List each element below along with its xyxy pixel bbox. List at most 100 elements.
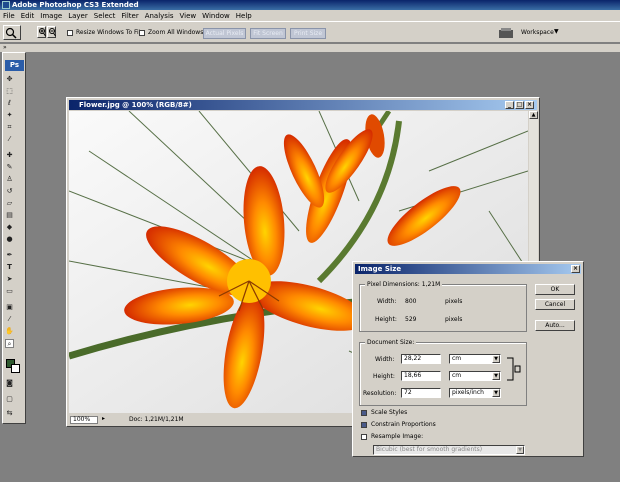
resample-method-select[interactable]: Bicubic (best for smooth gradients) ▼ — [373, 445, 525, 455]
dialog-close-button[interactable]: × — [571, 265, 580, 273]
zoom-level-field[interactable]: 100% — [70, 416, 98, 424]
pixel-height-unit: pixels — [445, 316, 463, 323]
fit-screen-button[interactable]: Fit Screen — [250, 28, 286, 39]
document-title-bar[interactable]: Flower.jpg @ 100% (RGB/8#) _ □ × — [69, 100, 537, 110]
scale-styles-checkbox[interactable] — [361, 410, 367, 416]
chevron-down-icon: ▼ — [554, 28, 559, 35]
eraser-tool-icon[interactable]: ▱ — [5, 199, 14, 208]
maximize-button[interactable]: □ — [515, 101, 524, 109]
resize-windows-checkbox[interactable] — [67, 30, 73, 36]
menu-analysis[interactable]: Analysis — [145, 12, 174, 20]
dodge-tool-icon[interactable]: ● — [5, 235, 14, 244]
gradient-tool-icon[interactable]: ▤ — [5, 211, 14, 220]
minimize-button[interactable]: _ — [505, 101, 514, 109]
ok-button[interactable]: OK — [535, 284, 575, 295]
blur-tool-icon[interactable]: ◆ — [5, 223, 14, 232]
resize-windows-label: Resize Windows To Fit — [76, 29, 142, 36]
print-size-button[interactable]: Print Size — [290, 28, 326, 39]
chevron-down-icon: ▼ — [492, 355, 500, 363]
clone-stamp-tool-icon[interactable]: ♙ — [5, 175, 14, 184]
pen-tool-icon[interactable]: ✒ — [5, 251, 14, 260]
notes-tool-icon[interactable]: ▣ — [5, 303, 14, 312]
background-color-swatch[interactable] — [11, 364, 20, 373]
menu-image[interactable]: Image — [40, 12, 62, 20]
collapse-arrows-icon[interactable]: » — [3, 44, 7, 51]
close-button[interactable]: × — [525, 101, 534, 109]
crop-tool-icon[interactable]: ⌗ — [5, 123, 14, 132]
chevron-down-icon: ▼ — [492, 372, 500, 380]
eyedropper-tool-icon[interactable]: ⁄ — [5, 135, 14, 144]
dialog-title-bar[interactable]: Image Size × — [355, 264, 581, 274]
doc-height-unit-value: cm — [452, 372, 462, 379]
quick-mask-icon[interactable]: ◙ — [5, 379, 14, 388]
pixel-dimensions-group — [359, 284, 527, 332]
doc-height-input[interactable]: 18,66 — [401, 371, 441, 381]
zoom-in-icon — [39, 28, 46, 37]
magic-wand-tool-icon[interactable]: ✦ — [5, 111, 14, 120]
eyedropper-sample-tool-icon[interactable]: ⁄ — [5, 315, 14, 324]
menu-edit[interactable]: Edit — [21, 12, 35, 20]
resample-image-checkbox[interactable] — [361, 434, 367, 440]
zoom-tool-icon[interactable]: ⌕ — [5, 339, 14, 348]
jump-to-imageready-icon[interactable]: ⇆ — [5, 409, 14, 418]
zoom-in-button[interactable] — [37, 26, 46, 38]
status-menu-arrow-icon[interactable]: ▸ — [102, 415, 105, 422]
menu-bar: File Edit Image Layer Select Filter Anal… — [0, 10, 620, 21]
doc-width-label: Width: — [375, 356, 395, 363]
auto-button[interactable]: Auto... — [535, 320, 575, 331]
document-title: Flower.jpg @ 100% (RGB/8#) — [79, 101, 192, 109]
zoom-all-windows-label: Zoom All Windows — [148, 29, 204, 36]
menu-view[interactable]: View — [180, 12, 197, 20]
path-selection-tool-icon[interactable]: ➤ — [5, 275, 14, 284]
doc-width-unit-select[interactable]: cm ▼ — [449, 354, 501, 364]
hand-tool-icon[interactable]: ✋ — [5, 327, 14, 336]
screen-mode-icon[interactable]: ▢ — [5, 395, 14, 404]
healing-brush-tool-icon[interactable]: ✚ — [5, 151, 14, 160]
pixel-width-label: Width: — [377, 298, 397, 305]
doc-size-info: Doc: 1,21M/1,21M — [129, 416, 184, 423]
menu-help[interactable]: Help — [236, 12, 252, 20]
constrain-proportions-checkbox[interactable] — [361, 422, 367, 428]
history-brush-tool-icon[interactable]: ↺ — [5, 187, 14, 196]
workspace-menu[interactable]: Workspace — [521, 29, 554, 36]
dialog-title: Image Size — [358, 265, 402, 273]
chevron-down-icon: ▼ — [516, 446, 524, 454]
marquee-tool-icon[interactable]: ⬚ — [5, 87, 14, 96]
doc-height-unit-select[interactable]: cm ▼ — [449, 371, 501, 381]
menu-file[interactable]: File — [3, 12, 15, 20]
resolution-label: Resolution: — [363, 390, 397, 397]
photoshop-app-icon — [2, 1, 10, 9]
zoom-all-windows-checkbox[interactable] — [139, 30, 145, 36]
scroll-up-arrow-icon[interactable]: ▲ — [529, 111, 538, 119]
cancel-button[interactable]: Cancel — [535, 299, 575, 310]
lasso-tool-icon[interactable]: ℓ — [5, 99, 14, 108]
shape-tool-icon[interactable]: ▭ — [5, 287, 14, 296]
document-size-label: Document Size: — [365, 339, 417, 346]
pixel-height-value: 529 — [405, 316, 417, 323]
scale-styles-label: Scale Styles — [371, 409, 408, 416]
doc-width-input[interactable]: 28,22 — [401, 354, 441, 364]
pixel-height-label: Height: — [375, 316, 397, 323]
menu-layer[interactable]: Layer — [68, 12, 88, 20]
toolbox-panel: Ps ✥ ⬚ ℓ ✦ ⌗ ⁄ ✚ ✎ ♙ ↺ ▱ ▤ ◆ ● ✒ T ➤ ▭ ▣… — [2, 52, 26, 424]
actual-pixels-button[interactable]: Actual Pixels — [203, 28, 246, 39]
menu-select[interactable]: Select — [94, 12, 116, 20]
menu-window[interactable]: Window — [202, 12, 230, 20]
move-tool-icon[interactable]: ✥ — [5, 75, 14, 84]
pixel-width-value: 800 — [405, 298, 417, 305]
type-tool-icon[interactable]: T — [5, 263, 14, 272]
workspace-icon[interactable] — [498, 27, 514, 39]
panel-dock-strip: » — [0, 44, 620, 52]
image-size-dialog: Image Size × Pixel Dimensions: 1,21M Wid… — [352, 261, 584, 457]
menu-filter[interactable]: Filter — [121, 12, 138, 20]
brush-tool-icon[interactable]: ✎ — [5, 163, 14, 172]
resample-image-label: Resample Image: — [371, 433, 424, 440]
constrain-link-icon — [507, 357, 521, 381]
doc-height-label: Height: — [373, 373, 395, 380]
resolution-input[interactable]: 72 — [401, 388, 441, 398]
resolution-unit-select[interactable]: pixels/inch ▼ — [449, 388, 501, 398]
photoshop-logo[interactable]: Ps — [5, 60, 24, 71]
zoom-out-button[interactable] — [47, 26, 56, 38]
zoom-tool-preset-button[interactable] — [3, 25, 21, 40]
options-bar: Resize Windows To Fit Zoom All Windows A… — [0, 21, 620, 43]
